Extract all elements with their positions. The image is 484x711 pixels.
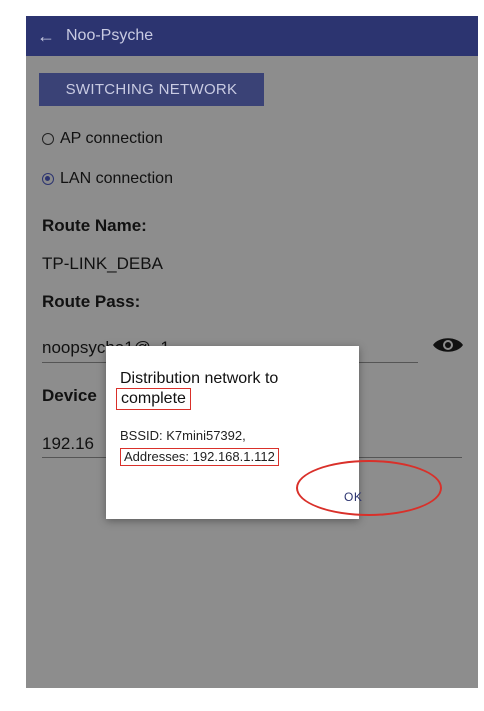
route-pass-label: Route Pass: [42,292,141,311]
ok-button[interactable]: OK [344,490,362,504]
switching-network-button[interactable]: SWITCHING NETWORK [39,73,264,106]
device-label: Device [42,386,97,405]
lan-connection-option[interactable]: LAN connection [42,170,173,188]
app-title: Noo-Psyche [66,27,154,44]
dialog-bssid-text: BSSID: K7mini57392, [120,428,246,443]
app-bar: ← Noo-Psyche [26,16,478,56]
dialog-title-line1: Distribution network to [120,370,279,387]
ap-connection-label: AP connection [60,130,163,147]
lan-connection-radio[interactable] [42,173,54,185]
dialog-title-line2: complete [116,388,191,410]
lan-connection-label: LAN connection [60,170,173,187]
route-name-value: TP-LINK_DEBA [42,254,163,273]
ap-connection-option[interactable]: AP connection [42,130,163,148]
ap-connection-radio[interactable] [42,133,54,145]
device-ip-input[interactable]: 192.16 [42,434,94,454]
completion-dialog: Distribution network to complete BSSID: … [106,346,362,519]
route-name-label: Route Name: [42,216,147,235]
eye-icon[interactable] [431,334,465,356]
phone-screen: ← Noo-Psyche SWITCHING NETWORK AP connec… [26,16,478,688]
arrow-left-icon[interactable]: ← [26,26,66,47]
dialog-address-text: Addresses: 192.168.1.112 [120,448,279,466]
